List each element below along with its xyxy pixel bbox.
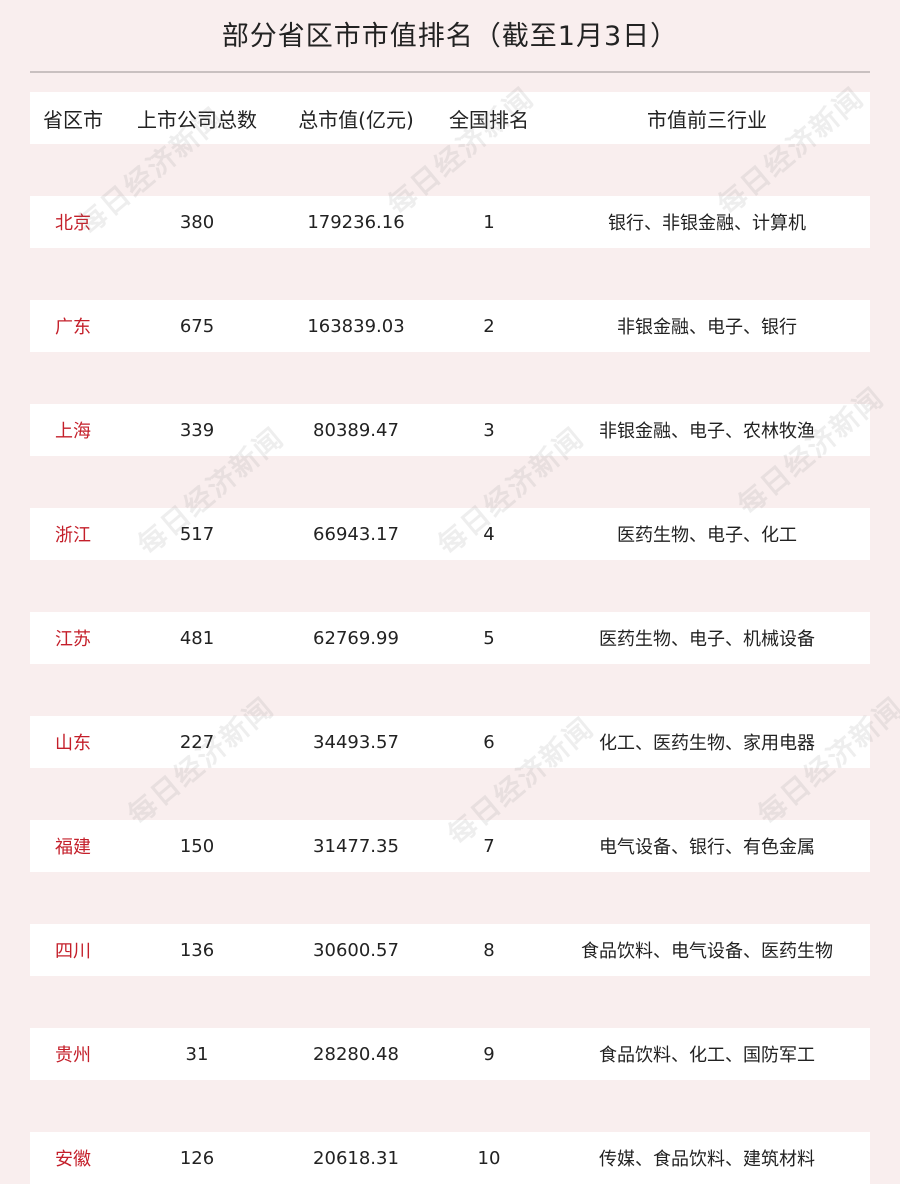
market-cap-cell: 20618.31 [313,1147,399,1169]
row-spacer-cell [30,144,870,196]
top-industries-cell: 食品饮料、化工、国防军工 [599,1045,815,1066]
table-row: 贵州 31 28280.48 9 食品饮料、化工、国防军工 [30,1028,870,1080]
row-spacer-cell [30,872,870,924]
market-cap-cell: 31477.35 [313,835,399,857]
province-cell: 安徽 [55,1149,91,1170]
top-industries-cell: 化工、医药生物、家用电器 [599,733,815,754]
row-spacer [30,976,870,1028]
company-count-cell: 126 [179,1147,215,1169]
row-spacer-cell [30,1080,870,1132]
table-row: 福建 150 31477.35 7 电气设备、银行、有色金属 [30,820,870,872]
table-row: 安徽 126 20618.31 10 传媒、食品饮料、建筑材料 [30,1132,870,1184]
province-cell: 广东 [55,317,91,338]
market-cap-cell: 62769.99 [313,627,399,649]
row-spacer [30,352,870,404]
national-rank-cell: 8 [483,939,495,961]
row-spacer-cell [30,976,870,1028]
top-industries-cell: 非银金融、电子、银行 [617,317,797,338]
page-title: 部分省区市市值排名（截至1月3日） [221,21,679,52]
top-industries-cell: 食品饮料、电气设备、医药生物 [581,941,833,962]
national-rank-cell: 5 [483,627,495,649]
row-spacer-cell [30,664,870,716]
national-rank-cell: 1 [483,211,495,233]
province-cell: 北京 [55,213,91,234]
national-rank-cell: 2 [483,315,495,337]
market-cap-ranking-table: 省区市 上市公司总数 总市值(亿元) 全国排名 市值前三行业 北京 380 1792… [30,92,870,1184]
top-industries-cell: 非银金融、电子、农林牧渔 [599,421,815,442]
header-top-industries: 市值前三行业 [647,107,767,132]
company-count-cell: 675 [179,315,215,337]
row-spacer [30,560,870,612]
header-national-rank: 全国排名 [449,107,529,132]
company-count-cell: 517 [179,523,215,545]
table-row: 江苏 481 62769.99 5 医药生物、电子、机械设备 [30,612,870,664]
company-count-cell: 380 [179,211,215,233]
company-count-cell: 481 [179,627,215,649]
table-row: 四川 136 30600.57 8 食品饮料、电气设备、医药生物 [30,924,870,976]
header-market-cap: 总市值(亿元) [298,107,414,132]
market-cap-cell: 66943.17 [313,523,399,545]
province-cell: 上海 [55,421,91,442]
market-cap-cell: 30600.57 [313,939,399,961]
header-company-count: 上市公司总数 [137,107,257,132]
table-row: 北京 380 179236.16 1 银行、非银金融、计算机 [30,196,870,248]
row-spacer-cell [30,768,870,820]
company-count-cell: 227 [179,731,215,753]
row-spacer [30,768,870,820]
table-row: 广东 675 163839.03 2 非银金融、电子、银行 [30,300,870,352]
province-cell: 江苏 [55,629,91,650]
national-rank-cell: 10 [477,1147,501,1169]
row-spacer [30,144,870,196]
row-spacer [30,664,870,716]
province-cell: 贵州 [55,1045,91,1066]
company-count-cell: 31 [185,1043,209,1065]
row-spacer [30,872,870,924]
header-province: 省区市 [43,107,103,132]
top-industries-cell: 医药生物、电子、机械设备 [599,629,815,650]
national-rank-cell: 3 [483,419,495,441]
national-rank-cell: 6 [483,731,495,753]
row-spacer-cell [30,456,870,508]
top-industries-cell: 医药生物、电子、化工 [617,525,797,546]
province-cell: 四川 [55,941,91,962]
national-rank-cell: 4 [483,523,495,545]
row-spacer-cell [30,248,870,300]
market-cap-cell: 34493.57 [313,731,399,753]
top-industries-cell: 传媒、食品饮料、建筑材料 [599,1149,815,1170]
row-spacer [30,456,870,508]
market-cap-cell: 28280.48 [313,1043,399,1065]
table-header-row: 省区市 上市公司总数 总市值(亿元) 全国排名 市值前三行业 [30,92,870,144]
title-divider [30,71,870,73]
top-industries-cell: 银行、非银金融、计算机 [608,213,806,234]
national-rank-cell: 9 [483,1043,495,1065]
table-row: 浙江 517 66943.17 4 医药生物、电子、化工 [30,508,870,560]
province-cell: 山东 [55,733,91,754]
market-cap-cell: 80389.47 [313,419,399,441]
market-cap-cell: 163839.03 [307,315,405,337]
province-cell: 浙江 [55,525,91,546]
row-spacer [30,248,870,300]
table-body: 北京 380 179236.16 1 银行、非银金融、计算机 广东 675 163839.03… [30,144,870,1184]
table-row: 山东 227 34493.57 6 化工、医药生物、家用电器 [30,716,870,768]
table-row: 上海 339 80389.47 3 非银金融、电子、农林牧渔 [30,404,870,456]
market-cap-cell: 179236.16 [307,211,405,233]
company-count-cell: 150 [179,835,215,857]
company-count-cell: 339 [179,419,215,441]
company-count-cell: 136 [179,939,215,961]
row-spacer-cell [30,560,870,612]
province-cell: 福建 [55,837,91,858]
row-spacer [30,1080,870,1132]
top-industries-cell: 电气设备、银行、有色金属 [599,837,815,858]
national-rank-cell: 7 [483,835,495,857]
row-spacer-cell [30,352,870,404]
